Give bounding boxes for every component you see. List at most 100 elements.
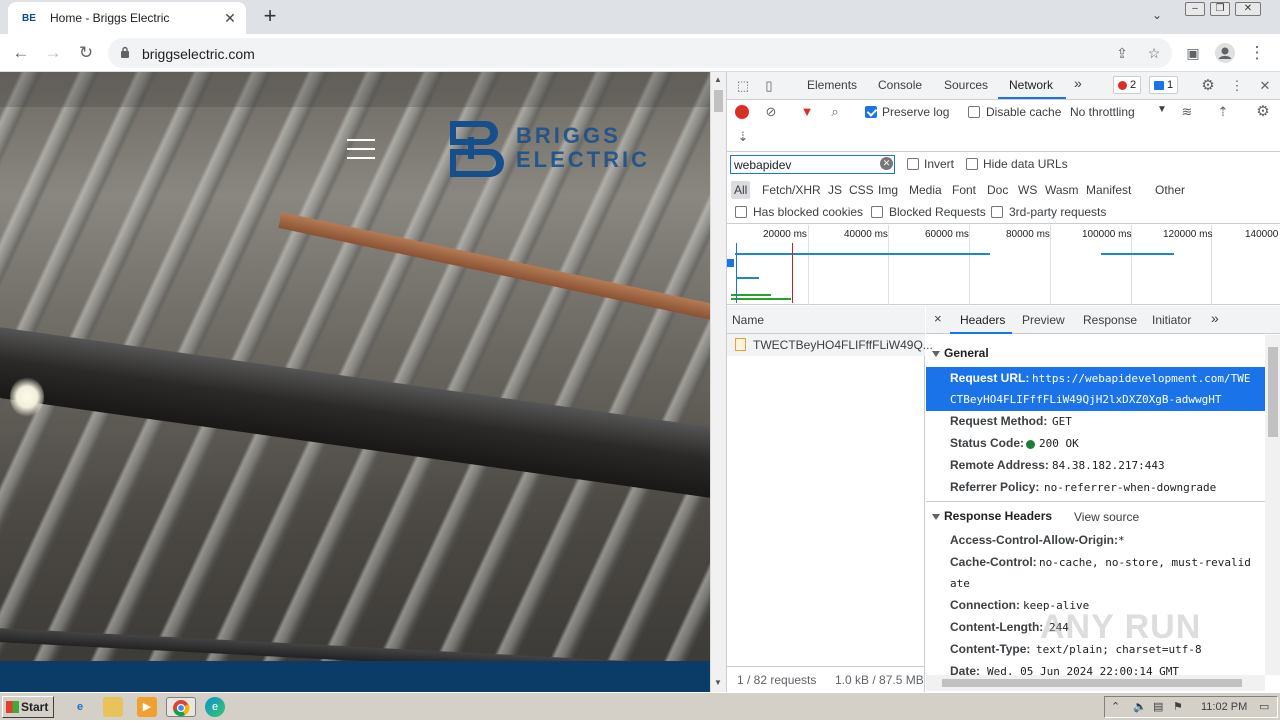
record-button[interactable] [735,105,749,119]
type-filter-doc[interactable]: Doc [984,181,1011,199]
bookmark-star-icon[interactable]: ☆ [1146,45,1162,61]
status-code-value[interactable]: 200 OK [1024,437,1079,450]
request-url-value-line1[interactable]: https://webapidevelopment.com/TWE [1032,372,1251,385]
network-icon[interactable]: ▤ [1153,700,1163,713]
media-player-icon[interactable]: ▶ [137,697,157,717]
type-filter-all[interactable]: All [731,181,751,199]
referrer-policy-value[interactable]: no-referrer-when-downgrade [1044,481,1216,494]
tab-initiator[interactable]: Initiator [1152,313,1191,327]
clock[interactable]: 11:02 PM [1201,701,1247,713]
settings-gear-icon[interactable]: ⚙ [1200,78,1216,94]
device-toolbar-icon[interactable]: ▯ [761,78,777,94]
type-filter-ws[interactable]: WS [1015,181,1040,199]
details-vertical-scrollbar[interactable] [1265,335,1280,675]
hide-data-urls-checkbox[interactable] [966,158,978,170]
type-filter-manifest[interactable]: Manifest [1083,181,1134,199]
internet-explorer-icon[interactable]: e [70,697,90,717]
side-panel-icon[interactable]: ▣ [1182,42,1204,64]
network-conditions-icon[interactable]: ≋ [1179,104,1195,120]
tab-network[interactable]: Network [1009,78,1053,92]
restore-window-button[interactable]: ❐ [1210,2,1230,16]
tab-elements[interactable]: Elements [807,78,857,92]
cache-control-value-line1[interactable]: no-cache, no-store, must-revalid [1039,556,1251,569]
clear-filter-icon[interactable]: ✕ [880,157,893,170]
request-url-value-line2[interactable]: CTBeyHO4FLIFffFLiW49QjH2lxDXZ0XgB-adwwgH… [950,393,1222,406]
type-filter-css[interactable]: CSS [846,181,877,199]
network-overview-timeline[interactable]: 20000 ms 40000 ms 60000 ms 80000 ms 1000… [727,225,1280,305]
scrollbar-thumb[interactable] [942,679,1242,687]
type-filter-fetch-xhr[interactable]: Fetch/XHR [759,181,824,199]
volume-icon[interactable]: 🔈 [1133,700,1147,713]
tray-expand-icon[interactable]: ⌃ [1111,700,1120,713]
tab-console[interactable]: Console [878,78,922,92]
address-bar[interactable]: briggselectric.com ⇪ ☆ [108,38,1172,68]
scroll-up-icon[interactable]: ▲ [714,75,722,84]
reload-icon[interactable]: ↻ [75,42,97,64]
third-party-checkbox[interactable] [991,206,1003,218]
chrome-menu-icon[interactable]: ⋮ [1246,42,1268,64]
date-value[interactable]: Wed, 05 Jun 2024 22:00:14 GMT [987,665,1179,675]
invert-checkbox[interactable] [907,158,919,170]
tab-sources[interactable]: Sources [944,78,988,92]
close-details-icon[interactable]: × [934,311,942,326]
details-horizontal-scrollbar[interactable] [926,675,1265,691]
edge-icon[interactable]: e [205,697,225,717]
type-filter-img[interactable]: Img [875,181,901,199]
tab-close-icon[interactable]: ✕ [222,10,238,26]
chrome-taskbar-button[interactable] [166,697,196,717]
tab-headers[interactable]: Headers [960,313,1005,327]
page-scrollbar[interactable]: ▲ ▼ [710,72,726,692]
tab-search-chevron-icon[interactable]: ⌄ [1152,8,1168,24]
request-method-value[interactable]: GET [1052,415,1072,428]
view-source-link[interactable]: View source [1074,510,1139,524]
devtools-menu-icon[interactable]: ⋮ [1229,78,1245,94]
lock-icon[interactable] [120,46,130,58]
network-settings-gear-icon[interactable]: ⚙ [1255,104,1271,120]
scrollbar-thumb[interactable] [1268,347,1278,437]
type-filter-js[interactable]: JS [825,181,845,199]
minimize-window-button[interactable]: – [1185,2,1205,16]
more-detail-tabs-icon[interactable]: » [1211,310,1219,326]
share-icon[interactable]: ⇪ [1114,45,1130,61]
filter-funnel-icon[interactable]: ▼ [799,104,815,120]
flag-notify-icon[interactable]: ⚑ [1173,700,1183,713]
back-arrow-icon[interactable]: ← [10,42,32,64]
throttling-select[interactable]: No throttling [1070,105,1135,119]
search-icon[interactable]: ⌕ [827,104,843,120]
start-button[interactable]: Start [2,696,54,718]
forward-arrow-icon[interactable]: → [42,42,64,64]
show-desktop-icon[interactable]: ▭ [1259,700,1269,713]
throttling-dropdown-icon[interactable]: ▼ [1157,104,1167,115]
file-explorer-icon[interactable] [103,697,123,717]
type-filter-media[interactable]: Media [906,181,945,199]
new-tab-button[interactable]: + [260,5,280,27]
briggs-electric-logo[interactable]: BRIGGS ELECTRIC [446,117,676,181]
column-name-header[interactable]: Name [732,313,764,327]
import-har-icon[interactable]: ⇡ [1215,104,1231,120]
remote-address-value[interactable]: 84.38.182.217:443 [1052,459,1165,472]
request-row[interactable]: TWECTBeyHO4FLIFffFLiW49Q... [727,334,933,356]
scroll-down-icon[interactable]: ▼ [714,678,722,687]
browser-tab[interactable]: BE Home - Briggs Electric ✕ [8,2,246,34]
type-filter-other[interactable]: Other [1152,181,1188,199]
close-window-button[interactable]: ✕ [1235,2,1261,16]
error-count-badge[interactable]: 2 [1113,76,1142,94]
type-filter-font[interactable]: Font [949,181,979,199]
response-headers-section-toggle[interactable]: Response Headers [932,509,1052,523]
message-count-badge[interactable]: 1 [1149,76,1179,94]
cache-control-value-line2[interactable]: ate [950,577,970,590]
profile-avatar-icon[interactable] [1214,42,1236,64]
type-filter-wasm[interactable]: Wasm [1042,181,1082,199]
filter-input[interactable] [730,155,895,174]
hamburger-menu-icon[interactable] [347,139,375,159]
clear-icon[interactable]: ⊘ [763,104,779,120]
tab-response[interactable]: Response [1083,313,1137,327]
acao-value[interactable]: * [1118,534,1125,547]
tab-preview[interactable]: Preview [1022,313,1065,327]
scrollbar-thumb[interactable] [714,90,723,112]
more-tabs-icon[interactable]: » [1074,75,1082,91]
inspect-element-icon[interactable]: ⬚ [735,78,751,94]
close-devtools-icon[interactable]: ✕ [1257,78,1273,94]
general-section-toggle[interactable]: General [932,346,989,360]
blocked-requests-checkbox[interactable] [871,206,883,218]
